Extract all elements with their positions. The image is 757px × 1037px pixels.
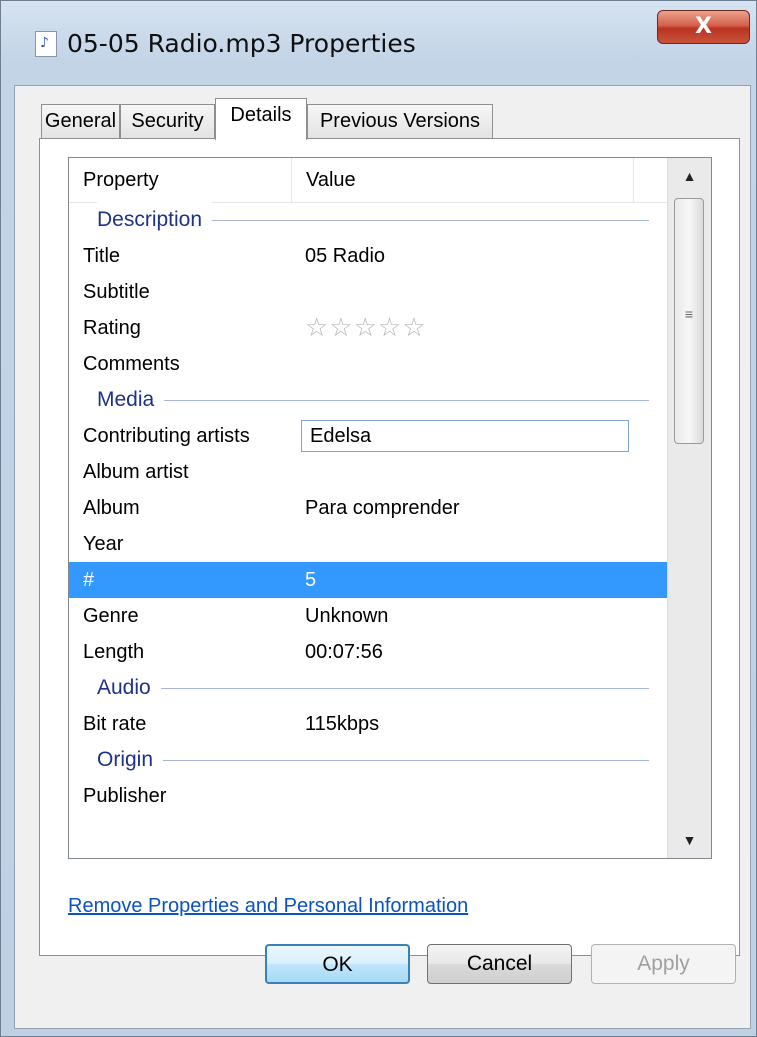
- property-name: Bit rate: [83, 713, 147, 735]
- tab-security[interactable]: Security: [120, 104, 215, 138]
- remove-properties-link[interactable]: Remove Properties and Personal Informati…: [68, 895, 468, 918]
- group-label: Origin: [97, 742, 164, 778]
- property-value: Para comprender: [305, 497, 460, 519]
- group-description[interactable]: Description: [69, 202, 667, 238]
- property-value: 5: [305, 569, 317, 591]
- row-contributing-artists[interactable]: Contributing artists Edelsa: [69, 418, 667, 454]
- group-label: Audio: [97, 670, 161, 706]
- row-comments[interactable]: Comments: [69, 346, 667, 382]
- property-value: 05 Radio: [305, 245, 386, 267]
- details-panel: Property Value Description Title 05 Radi…: [39, 138, 740, 956]
- tab-general[interactable]: General: [41, 104, 120, 138]
- property-name: Comments: [83, 353, 180, 375]
- row-title[interactable]: Title 05 Radio: [69, 238, 667, 274]
- rating-stars[interactable]: ☆☆☆☆☆: [305, 310, 427, 346]
- audio-file-icon: ♪: [35, 31, 57, 57]
- column-header-value[interactable]: Value: [292, 158, 634, 202]
- property-name: Genre: [83, 605, 139, 627]
- property-name: Rating: [83, 317, 141, 339]
- group-origin[interactable]: Origin: [69, 742, 667, 778]
- property-value: 00:07:56: [305, 641, 383, 663]
- property-name: Contributing artists: [83, 425, 250, 447]
- property-name: Length: [83, 641, 145, 663]
- column-header-property[interactable]: Property: [69, 158, 292, 202]
- vertical-scrollbar[interactable]: ▲ ≡ ▼: [667, 158, 711, 858]
- tab-details[interactable]: Details: [215, 98, 307, 140]
- apply-button[interactable]: Apply: [591, 944, 736, 984]
- property-value: 115kbps: [305, 713, 380, 735]
- property-list: Property Value Description Title 05 Radi…: [68, 157, 712, 859]
- property-name: Album artist: [83, 461, 189, 483]
- contributing-artists-input[interactable]: Edelsa: [301, 420, 629, 452]
- row-publisher[interactable]: Publisher: [69, 778, 667, 814]
- scrollbar-thumb[interactable]: ≡: [674, 198, 704, 444]
- group-divider: [97, 760, 649, 761]
- property-name: Album: [83, 497, 140, 519]
- row-album[interactable]: Album Para comprender: [69, 490, 667, 526]
- properties-window: ♪ 05-05 Radio.mp3 Properties X General S…: [0, 0, 757, 1037]
- row-bit-rate[interactable]: Bit rate 115kbps: [69, 706, 667, 742]
- scroll-down-arrow-icon[interactable]: ▼: [668, 822, 711, 858]
- property-name: Title: [83, 245, 121, 267]
- group-audio[interactable]: Audio: [69, 670, 667, 706]
- group-divider: [97, 400, 649, 401]
- property-name: #: [83, 569, 95, 591]
- title-bar[interactable]: ♪ 05-05 Radio.mp3 Properties X: [1, 1, 756, 85]
- group-media[interactable]: Media: [69, 382, 667, 418]
- grip-icon: ≡: [684, 306, 694, 322]
- list-header: Property Value: [69, 158, 667, 203]
- window-title: 05-05 Radio.mp3 Properties: [67, 29, 416, 58]
- row-subtitle[interactable]: Subtitle: [69, 274, 667, 310]
- tab-previous-versions[interactable]: Previous Versions: [307, 104, 493, 138]
- row-length[interactable]: Length 00:07:56: [69, 634, 667, 670]
- property-name: Subtitle: [83, 281, 150, 303]
- property-name: Publisher: [83, 785, 167, 807]
- property-value: Unknown: [305, 605, 389, 627]
- ok-button[interactable]: OK: [265, 944, 410, 984]
- cancel-button[interactable]: Cancel: [427, 944, 572, 984]
- group-divider: [97, 688, 649, 689]
- row-rating[interactable]: Rating ☆☆☆☆☆: [69, 310, 667, 346]
- group-label: Description: [97, 202, 213, 238]
- row-year[interactable]: Year: [69, 526, 667, 562]
- close-button[interactable]: X: [657, 10, 750, 44]
- group-label: Media: [97, 382, 165, 418]
- property-name: Year: [83, 533, 124, 555]
- scroll-up-arrow-icon[interactable]: ▲: [668, 158, 711, 194]
- row-album-artist[interactable]: Album artist: [69, 454, 667, 490]
- dialog-content: General Security Details Previous Versio…: [14, 85, 751, 1029]
- row-genre[interactable]: Genre Unknown: [69, 598, 667, 634]
- row-track-number[interactable]: # 5: [69, 562, 667, 598]
